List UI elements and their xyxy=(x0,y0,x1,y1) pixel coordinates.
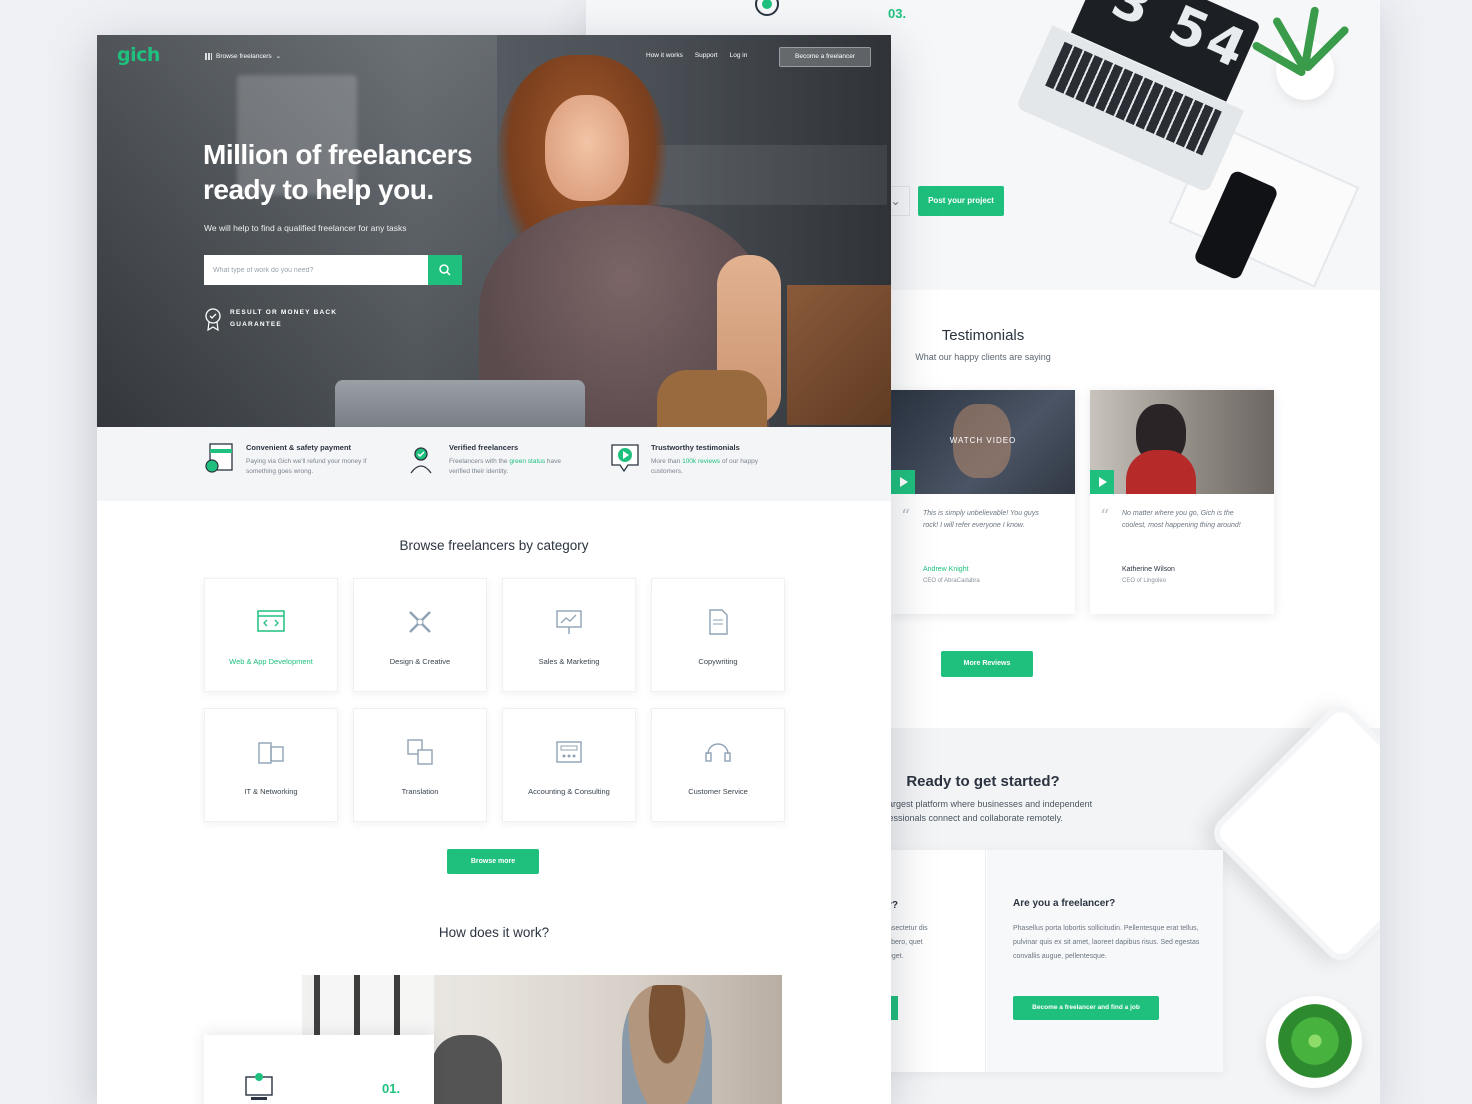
freelancer-text: Phasellus porta lobortis sollicitudin. P… xyxy=(1013,925,1200,960)
become-freelancer-button[interactable]: Become a freelancer and find a job xyxy=(1013,996,1159,1020)
category-copywriting[interactable]: Copywriting xyxy=(651,578,785,692)
quote-icon: “ xyxy=(1100,506,1110,527)
testimonial-quote: This is simply unbelievable! You guys ro… xyxy=(923,510,1039,529)
computer-icon xyxy=(245,1073,273,1100)
devices-icon xyxy=(258,742,284,764)
category-design[interactable]: Design & Creative xyxy=(353,578,487,692)
search-input[interactable] xyxy=(204,255,428,285)
code-window-icon xyxy=(257,610,285,632)
tablet-photo xyxy=(1206,698,1380,968)
pencil-ruler-icon xyxy=(409,611,431,633)
succulent-photo xyxy=(1266,996,1362,1088)
nav-links: How it works Support Log in xyxy=(646,52,747,59)
testimonial-card: WATCH VIDEO “ This is simply unbelievabl… xyxy=(891,390,1075,614)
headset-icon xyxy=(705,743,731,762)
more-reviews-button[interactable]: More Reviews xyxy=(941,651,1033,677)
client-option: r? nsectetur dis libero, quet eget. xyxy=(888,850,986,1072)
search-icon xyxy=(439,264,451,276)
search-button[interactable] xyxy=(428,255,462,285)
signup-options: r? nsectetur dis libero, quet eget. Are … xyxy=(888,850,1223,1072)
top-nav: gich Browse freelancers ⌄ How it works S… xyxy=(97,35,891,79)
testimonial-author[interactable]: Katherine Wilson xyxy=(1122,566,1175,573)
testimonial-role: CEO of Lingoleo xyxy=(1122,578,1167,584)
watch-video-label[interactable]: WATCH VIDEO xyxy=(891,436,1075,445)
quote-icon: “ xyxy=(901,506,911,527)
document-icon xyxy=(709,609,728,635)
testimonial-play-icon xyxy=(611,444,639,473)
browse-more-button[interactable]: Browse more xyxy=(447,849,539,874)
money-back-guarantee: RESULT OR MONEY BACK GUARANTEE xyxy=(204,307,350,331)
gear-icon xyxy=(755,0,779,16)
feature-item: Convenient & safety payment Paying via G… xyxy=(204,441,376,477)
category-sales[interactable]: Sales & Marketing xyxy=(502,578,636,692)
testimonial-role: CEO of AbraCadabra xyxy=(923,578,980,584)
step-number: 03. xyxy=(888,6,907,21)
grid-icon xyxy=(205,52,212,60)
become-freelancer-nav-button[interactable]: Become a freelancer xyxy=(779,47,871,67)
play-icon[interactable] xyxy=(1090,470,1114,494)
verified-user-icon xyxy=(410,447,432,474)
category-it[interactable]: IT & Networking xyxy=(204,708,338,822)
category-accounting[interactable]: Accounting & Consulting xyxy=(502,708,636,822)
features-bar: Convenient & safety payment Paying via G… xyxy=(97,427,891,501)
presentation-chart-icon xyxy=(556,610,582,634)
testimonial-author[interactable]: Andrew Knight xyxy=(923,566,969,573)
testimonial-quote: No matter where you go, Gich is the cool… xyxy=(1122,510,1241,529)
play-icon[interactable] xyxy=(891,470,915,494)
category-customer-service[interactable]: Customer Service xyxy=(651,708,785,822)
plant-photo xyxy=(1251,6,1351,100)
gich-logo[interactable]: gich xyxy=(117,44,160,66)
hero-section: gich Browse freelancers ⌄ How it works S… xyxy=(97,35,891,427)
category-grid: Web & App Development Design & Creative … xyxy=(204,578,785,822)
browse-freelancers-menu[interactable]: Browse freelancers ⌄ xyxy=(205,52,281,60)
feature-item: Trustworthy testimonials More than 100k … xyxy=(609,441,781,477)
ready-description: largest platform where businesses and in… xyxy=(886,799,1093,823)
nav-how-it-works[interactable]: How it works xyxy=(646,52,683,59)
feature-item: Verified freelancers Freelancers with th… xyxy=(407,441,579,477)
freelancer-option: Are you a freelancer? Phasellus porta lo… xyxy=(987,850,1223,1072)
translate-icon xyxy=(407,739,433,765)
testimonial-card: “ No matter where you go, Gich is the co… xyxy=(1090,390,1274,614)
landing-page-main: gich Browse freelancers ⌄ How it works S… xyxy=(97,35,891,1104)
chair-photo xyxy=(787,285,891,425)
badge-icon xyxy=(205,308,221,331)
payment-card-icon xyxy=(205,443,233,473)
nav-support[interactable]: Support xyxy=(695,52,718,59)
post-project-button[interactable]: Post your project xyxy=(918,186,1004,216)
calculator-icon xyxy=(556,741,582,763)
step-number: 01. xyxy=(382,1081,401,1096)
hero-title: Million of freelancers ready to help you… xyxy=(203,139,473,205)
nav-login[interactable]: Log in xyxy=(730,52,748,59)
client-text: nsectetur dis libero, quet eget. xyxy=(888,925,928,960)
categories-title: Browse freelancers by category xyxy=(399,538,589,553)
testimonial-video-thumbnail[interactable] xyxy=(1090,390,1274,494)
category-translation[interactable]: Translation xyxy=(353,708,487,822)
freelancer-heading: Are you a freelancer? xyxy=(1013,898,1116,909)
how-step-card: 01. xyxy=(204,1035,434,1104)
hero-subtitle: We will help to find a qualified freelan… xyxy=(204,223,407,233)
chevron-down-icon: ⌄ xyxy=(275,53,282,60)
how-it-works-title: How does it work? xyxy=(438,925,550,940)
category-web-app[interactable]: Web & App Development xyxy=(204,578,338,692)
